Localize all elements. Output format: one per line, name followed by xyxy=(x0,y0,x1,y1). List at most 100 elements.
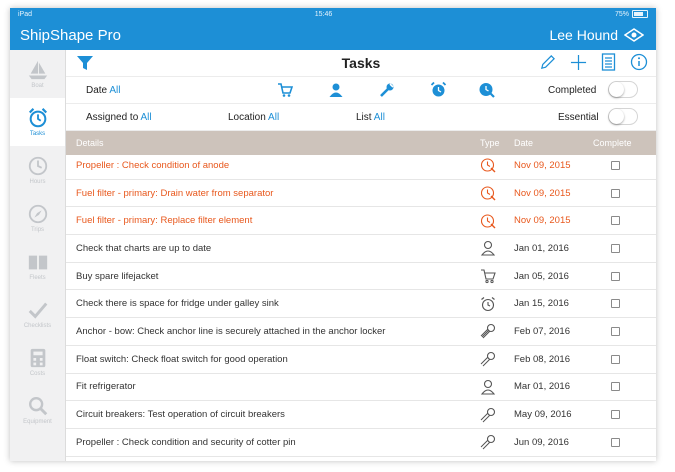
sidebar-item-fleets[interactable]: Fleets xyxy=(10,242,65,290)
complete-checkbox[interactable] xyxy=(611,346,620,373)
complete-checkbox[interactable] xyxy=(611,207,620,234)
column-header-complete[interactable]: Complete xyxy=(593,138,632,148)
person-icon xyxy=(480,241,496,256)
wrench-icon xyxy=(480,435,496,450)
complete-checkbox[interactable] xyxy=(611,374,620,401)
battery-percent: 75% xyxy=(614,10,629,18)
essential-label: Essential xyxy=(558,111,599,123)
wrench-icon xyxy=(480,352,496,367)
task-date: Jun 09, 2016 xyxy=(514,436,569,448)
checkbox-box xyxy=(611,382,620,392)
filter-maintenance-button[interactable] xyxy=(379,82,395,101)
table-row[interactable]: Propeller : Check condition of anode Nov… xyxy=(66,152,656,180)
task-date: Nov 09, 2015 xyxy=(514,215,571,227)
table-row[interactable]: Propeller : Check condition and security… xyxy=(66,429,656,457)
task-details: Check there is space for fridge under ga… xyxy=(76,298,279,310)
toolbar: Tasks xyxy=(66,50,656,77)
info-icon xyxy=(630,53,648,71)
task-details: Propeller : Check condition of anode xyxy=(76,159,230,171)
type-cell xyxy=(480,290,496,317)
report-button[interactable] xyxy=(601,53,616,76)
user-menu[interactable]: Lee Hound xyxy=(549,27,644,43)
sidebar-item-equipment[interactable]: Equipment xyxy=(10,386,65,434)
location-filter[interactable]: Location All xyxy=(228,112,279,123)
sidebar-item-boat[interactable]: Boat xyxy=(10,50,65,98)
task-details: Propeller : Check condition and security… xyxy=(76,436,296,448)
book-icon xyxy=(28,255,47,270)
complete-checkbox[interactable] xyxy=(611,429,620,456)
battery-indicator: 75% xyxy=(615,10,648,18)
column-header-date[interactable]: Date xyxy=(514,138,533,148)
type-cell xyxy=(480,180,496,207)
cart-icon xyxy=(481,269,496,284)
wrench-icon xyxy=(480,407,496,422)
task-details: Fuel filter - primary: Replace filter el… xyxy=(76,215,253,227)
sidebar-item-trips[interactable]: Trips xyxy=(10,194,65,242)
filter-reminder-button[interactable] xyxy=(430,81,447,101)
status-bar: iPad 15:46 75% xyxy=(10,8,656,20)
complete-checkbox[interactable] xyxy=(611,263,620,290)
date-filter[interactable]: Date All xyxy=(86,85,120,96)
sidebar-item-hours[interactable]: Hours xyxy=(10,146,65,194)
user-name: Lee Hound xyxy=(549,27,618,43)
sidebar-item-costs[interactable]: Costs xyxy=(10,338,65,386)
type-cell xyxy=(480,207,496,234)
table-row[interactable]: Fuel filter - primary: Drain water from … xyxy=(66,180,656,208)
checkbox-box xyxy=(611,188,620,198)
complete-checkbox[interactable] xyxy=(611,152,620,179)
add-task-button[interactable] xyxy=(570,54,587,76)
history-icon xyxy=(28,156,47,176)
app-title: ShipShape Pro xyxy=(20,26,121,44)
list-filter[interactable]: List All xyxy=(356,112,385,123)
table-row[interactable]: Circuit breakers: Test operation of circ… xyxy=(66,401,656,429)
sidebar-item-label: Trips xyxy=(30,227,45,233)
plus-icon xyxy=(570,54,587,70)
type-cell xyxy=(480,152,496,179)
checkbox-box xyxy=(611,299,620,309)
task-details: Fuel filter - primary: Drain water from … xyxy=(76,187,274,199)
table-row[interactable]: Float switch: Check float switch for goo… xyxy=(66,346,656,374)
clock-label: 15:46 xyxy=(314,10,333,18)
sidebar-item-tasks[interactable]: Tasks xyxy=(10,98,65,146)
info-button[interactable] xyxy=(630,53,648,76)
sidebar-item-checklists[interactable]: Checklists xyxy=(10,290,65,338)
type-cell xyxy=(480,346,496,373)
sidebar-item-label: Boat xyxy=(31,83,44,89)
type-cell xyxy=(480,401,496,428)
filter-row-top: Date All Completed xyxy=(66,77,656,104)
filter-service-button[interactable] xyxy=(478,81,495,101)
task-date: Mar 01, 2016 xyxy=(514,381,570,393)
column-header-details[interactable]: Details xyxy=(76,138,104,148)
filter-shopping-button[interactable] xyxy=(277,82,294,101)
service-clock-icon xyxy=(480,158,496,173)
table-row[interactable]: Fuel filter - primary: Replace filter el… xyxy=(66,207,656,236)
service-clock-icon xyxy=(480,186,496,201)
table-row[interactable]: Fit refrigerator Mar 01, 2016 xyxy=(66,374,656,402)
task-details: Check that charts are up to date xyxy=(76,242,212,254)
checkbox-box xyxy=(611,410,620,420)
sidebar-item-label: Hours xyxy=(29,179,46,185)
checkmark-icon xyxy=(28,302,47,319)
completed-toggle[interactable] xyxy=(608,81,638,98)
table-row[interactable]: Check there is space for fridge under ga… xyxy=(66,290,656,319)
assigned-filter[interactable]: Assigned to All xyxy=(86,112,152,123)
table-row[interactable]: Buy spare lifejacket Jan 05, 2016 xyxy=(66,263,656,291)
complete-checkbox[interactable] xyxy=(611,401,620,428)
table-row[interactable]: Check that charts are up to date Jan 01,… xyxy=(66,235,656,263)
essential-toggle[interactable] xyxy=(608,108,638,125)
table-row[interactable]: Anchor - bow: Check anchor line is secur… xyxy=(66,318,656,346)
complete-checkbox[interactable] xyxy=(611,318,620,345)
task-details: Fit refrigerator xyxy=(76,381,136,393)
date-filter-value: All xyxy=(109,84,121,96)
filter-person-button[interactable] xyxy=(328,82,344,101)
app-header: ShipShape Pro Lee Hound xyxy=(10,20,656,50)
location-filter-label: Location xyxy=(228,111,266,123)
ipad-screen: iPad 15:46 75% ShipShape Pro Lee Hound B… xyxy=(10,8,656,461)
complete-checkbox[interactable] xyxy=(611,290,620,317)
edit-button[interactable] xyxy=(539,54,556,76)
alarm-clock-icon xyxy=(28,108,47,128)
task-date: Nov 09, 2015 xyxy=(514,159,571,171)
column-header-type[interactable]: Type xyxy=(480,138,500,148)
complete-checkbox[interactable] xyxy=(611,180,620,207)
complete-checkbox[interactable] xyxy=(611,235,620,262)
